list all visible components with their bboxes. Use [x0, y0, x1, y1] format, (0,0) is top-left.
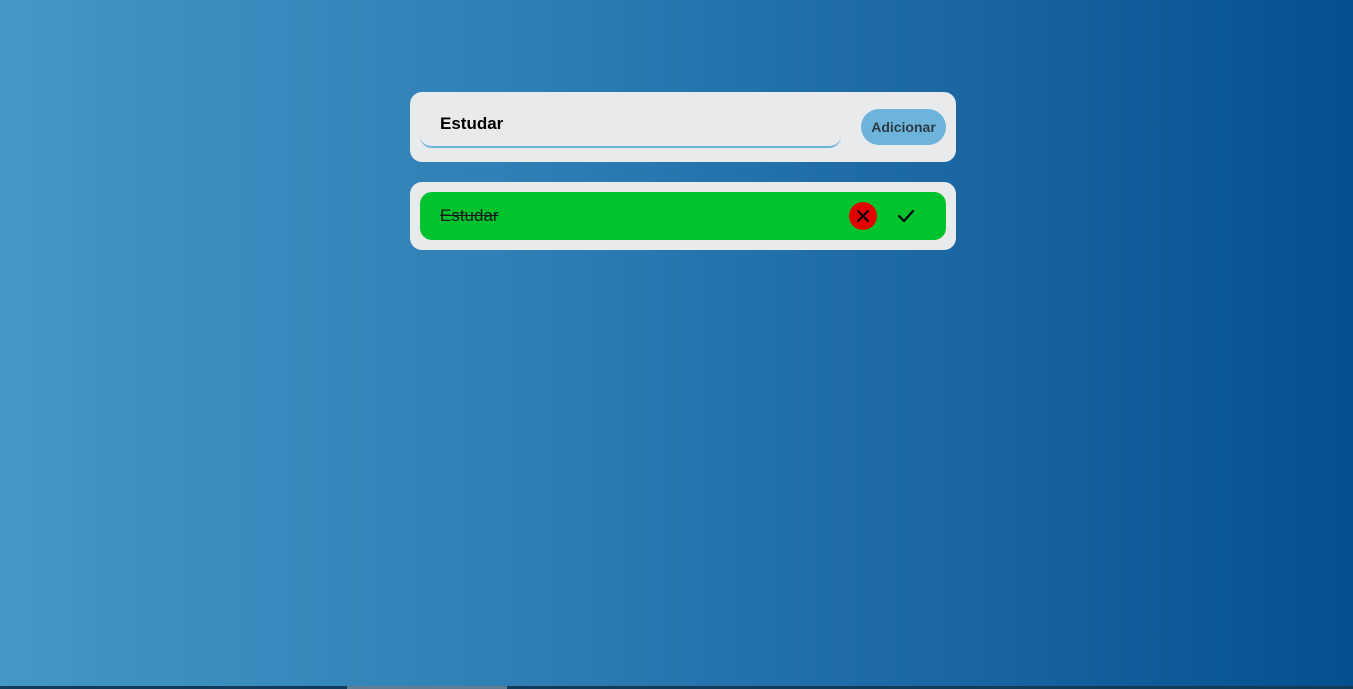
- task-input[interactable]: [420, 102, 841, 148]
- task-item: Estudar: [420, 192, 946, 240]
- task-text: Estudar: [440, 206, 499, 225]
- add-button[interactable]: Adicionar: [861, 109, 946, 145]
- complete-button[interactable]: [892, 202, 920, 230]
- close-icon: [857, 210, 869, 222]
- task-list: Estudar: [410, 182, 956, 250]
- delete-button[interactable]: [849, 202, 877, 230]
- add-task-form: Adicionar: [410, 92, 956, 162]
- check-icon: [897, 209, 915, 223]
